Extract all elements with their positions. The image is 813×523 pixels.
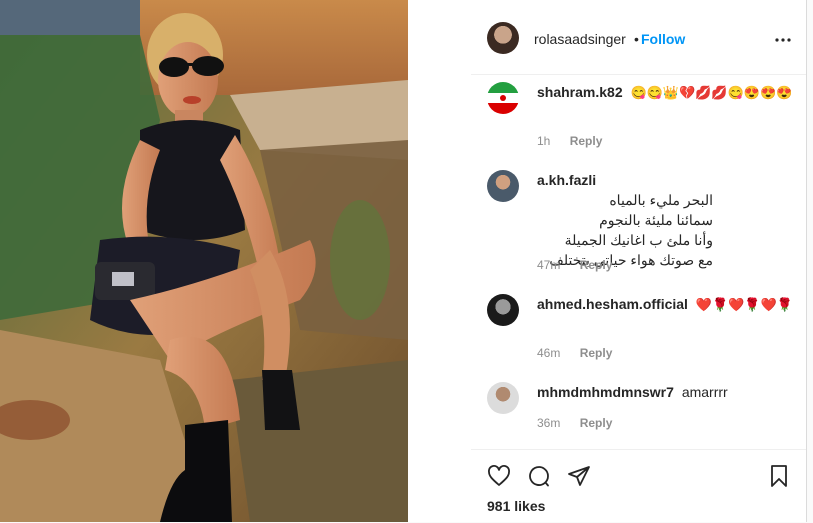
- comment-meta: 47m Reply: [537, 258, 612, 272]
- comment-item: ahmed.hesham.official ❤️🌹❤️🌹❤️🌹 46m Repl…: [487, 294, 793, 364]
- follow-button[interactable]: Follow: [641, 31, 685, 47]
- post-side-panel: rolasaadsinger • Follow shahram.k82 😋😋👑💔…: [471, 0, 806, 522]
- comment-text: ❤️🌹❤️🌹❤️🌹: [695, 297, 793, 312]
- comment-item: shahram.k82 😋😋👑💔💋💋😋😍😍😍 1h Reply: [487, 82, 792, 152]
- likes-count[interactable]: 981 likes: [487, 498, 545, 514]
- author-avatar[interactable]: [487, 22, 519, 54]
- comment-text-line: البحر مليء بالمياه: [609, 192, 713, 208]
- more-options-icon[interactable]: [771, 28, 795, 57]
- comment-body: mhmdmhmdmnswr7 amarrrr: [537, 382, 797, 402]
- comment-meta: 46m Reply: [537, 346, 612, 360]
- separator-dot: •: [634, 31, 639, 47]
- commenter-avatar[interactable]: [487, 294, 519, 326]
- reply-button[interactable]: Reply: [580, 258, 613, 272]
- bookmark-icon: [771, 465, 787, 487]
- comment-meta: 1h Reply: [537, 134, 602, 148]
- comment-item: mhmdmhmdmnswr7 amarrrr 36m Reply: [487, 382, 792, 438]
- comment-meta: 36m Reply: [537, 416, 612, 430]
- comment-time[interactable]: 46m: [537, 346, 560, 360]
- post-photo[interactable]: [0, 0, 408, 522]
- reply-button[interactable]: Reply: [580, 346, 613, 360]
- comment-text-line: وأنا ملئ ب اغانيك الجميلة: [564, 232, 713, 248]
- like-button[interactable]: [487, 464, 511, 488]
- comment-text-line: سمائنا مليئة بالنجوم: [599, 212, 713, 228]
- instagram-post: rolasaadsinger • Follow shahram.k82 😋😋👑💔…: [0, 0, 807, 522]
- comment-username[interactable]: ahmed.hesham.official: [537, 296, 688, 312]
- comment-time[interactable]: 47m: [537, 258, 560, 272]
- post-actions-bar: 981 likes: [471, 449, 806, 523]
- heart-icon: [488, 465, 510, 486]
- comment-time[interactable]: 36m: [537, 416, 560, 430]
- commenter-avatar[interactable]: [487, 82, 519, 114]
- comment-username[interactable]: shahram.k82: [537, 84, 623, 100]
- reply-button[interactable]: Reply: [580, 416, 613, 430]
- save-button[interactable]: [767, 464, 791, 488]
- comment-text: amarrrr: [681, 384, 728, 400]
- comment-body: a.kh.fazli البحر مليء بالمياه سمائنا ملي…: [537, 170, 797, 270]
- comment-username[interactable]: mhmdmhmdmnswr7: [537, 384, 674, 400]
- post-photo-image: [0, 0, 408, 522]
- comment-bubble-icon: [529, 466, 549, 487]
- comment-body: shahram.k82 😋😋👑💔💋💋😋😍😍😍: [537, 82, 797, 103]
- paper-plane-icon: [568, 466, 590, 486]
- comment-body: ahmed.hesham.official ❤️🌹❤️🌹❤️🌹: [537, 294, 797, 315]
- author-username[interactable]: rolasaadsinger: [534, 31, 626, 47]
- comment-username[interactable]: a.kh.fazli: [537, 172, 596, 188]
- comment-text: 😋😋👑💔💋💋😋😍😍😍: [630, 85, 793, 100]
- more-icon: [775, 38, 791, 42]
- share-button[interactable]: [567, 464, 591, 488]
- commenter-avatar[interactable]: [487, 382, 519, 414]
- post-header: rolasaadsinger • Follow: [471, 0, 806, 75]
- comment-item: a.kh.fazli البحر مليء بالمياه سمائنا ملي…: [487, 170, 792, 280]
- comment-button[interactable]: [527, 464, 551, 488]
- comment-time[interactable]: 1h: [537, 134, 550, 148]
- reply-button[interactable]: Reply: [570, 134, 603, 148]
- iran-flag-avatar-icon: [487, 82, 519, 114]
- commenter-avatar[interactable]: [487, 170, 519, 202]
